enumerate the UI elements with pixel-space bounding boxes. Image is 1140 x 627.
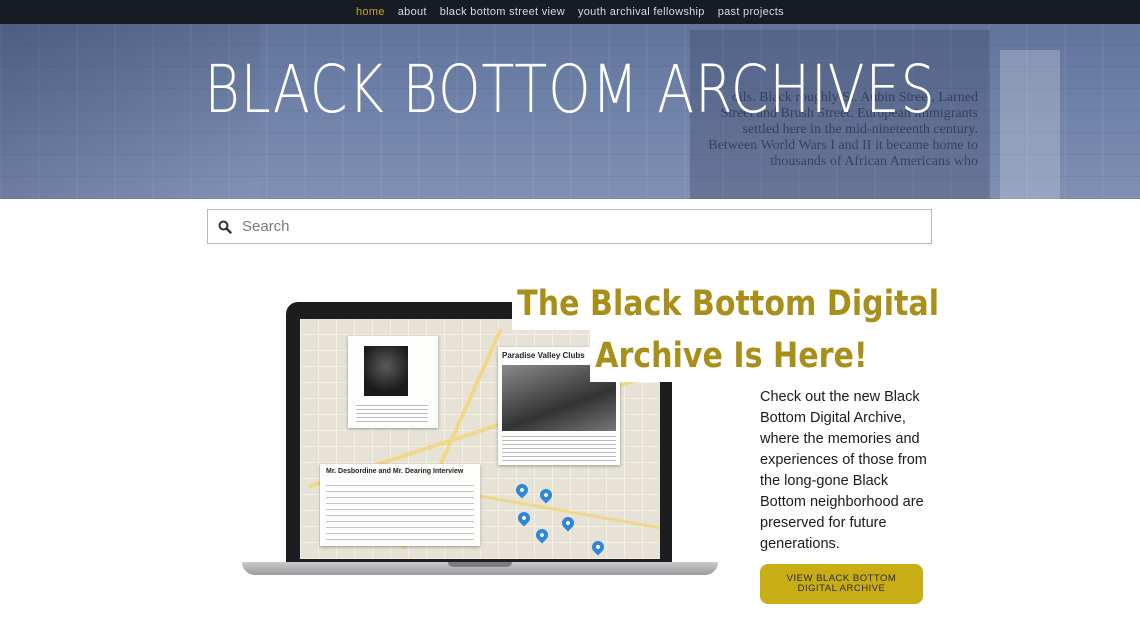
- map-interview-card: Mr. Desbordine and Mr. Dearing Interview: [320, 464, 480, 546]
- card-text-lines: [356, 402, 428, 422]
- site-title[interactable]: BLACK BOTTOM ARCHIVES: [103, 52, 1038, 128]
- top-navigation: home about black bottom street view yout…: [0, 0, 1140, 24]
- view-digital-archive-button[interactable]: VIEW BLACK BOTTOM DIGITAL ARCHIVE: [760, 564, 923, 604]
- nav-item-past-projects[interactable]: past projects: [718, 6, 784, 18]
- nav-item-about[interactable]: about: [398, 6, 427, 18]
- headline-line-2: Archive Is Here!: [590, 330, 873, 382]
- feature-headline: The Black Bottom Digital Archive Is Here…: [512, 278, 945, 382]
- search-icon: [208, 220, 242, 234]
- headline-line-1: The Black Bottom Digital: [512, 278, 945, 330]
- card-text-lines: [502, 435, 616, 461]
- search-bar[interactable]: [207, 209, 932, 244]
- nav-item-street-view[interactable]: black bottom street view: [440, 6, 565, 18]
- nav-item-home[interactable]: home: [356, 6, 385, 18]
- feature-description: Check out the new Black Bottom Digital A…: [760, 389, 927, 552]
- hero-banner: oils. Black roughly St. Aubin Street, La…: [0, 0, 1140, 199]
- interview-card-title: Mr. Desbordine and Mr. Dearing Interview: [326, 468, 464, 475]
- portrait-photo: [364, 346, 408, 396]
- search-input[interactable]: [242, 218, 922, 235]
- map-portrait-card: [348, 336, 438, 428]
- nav-item-youth-fellowship[interactable]: youth archival fellowship: [578, 6, 705, 18]
- card-text-lines: [326, 482, 474, 540]
- laptop-notch: [448, 562, 512, 567]
